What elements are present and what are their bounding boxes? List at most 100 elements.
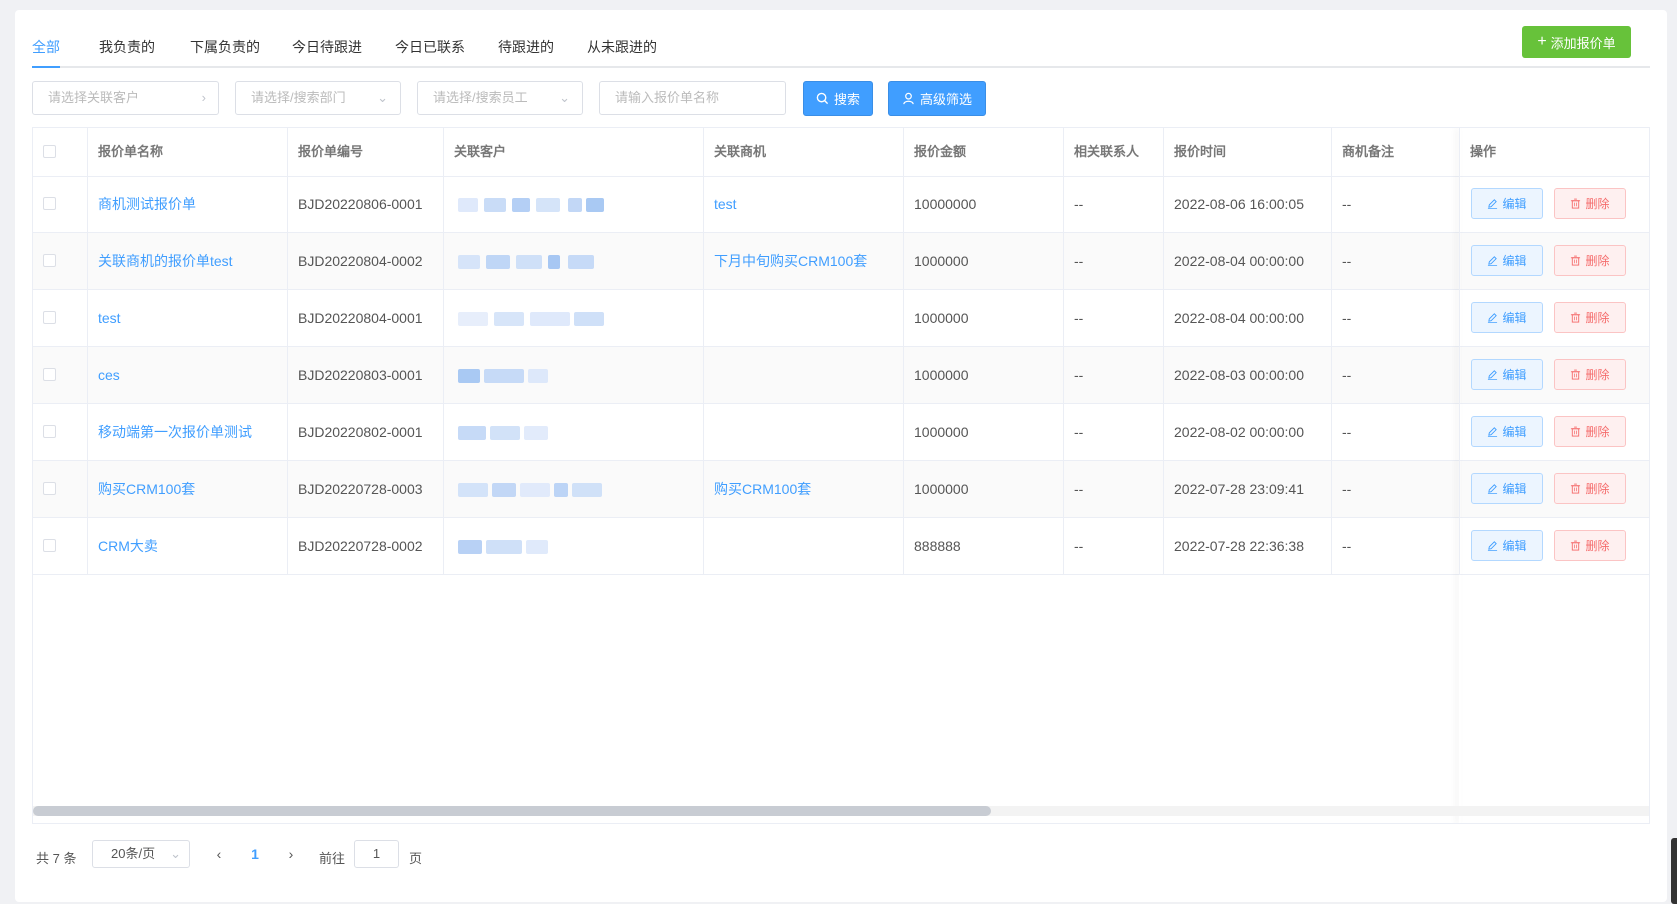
chevron-down-icon: ⌄: [377, 90, 388, 105]
tab-subordinates[interactable]: 下属负责的: [190, 36, 260, 66]
opportunity-cell[interactable]: 购买CRM100套: [703, 461, 903, 517]
column-header: 报价单编号: [287, 128, 443, 176]
page-number-current[interactable]: 1: [240, 840, 270, 868]
trash-icon: [1571, 483, 1581, 494]
edit-label: 编辑: [1502, 197, 1527, 211]
name-cell[interactable]: ces: [87, 347, 287, 403]
edit-button[interactable]: 编辑: [1471, 188, 1543, 219]
delete-label: 删除: [1585, 425, 1610, 439]
name-cell[interactable]: 移动端第一次报价单测试: [87, 404, 287, 460]
name-cell[interactable]: 关联商机的报价单test: [87, 233, 287, 289]
redacted-text: [512, 198, 530, 212]
quote-name-input[interactable]: 请输入报价单名称: [599, 81, 786, 115]
customer-cell: [443, 176, 703, 232]
delete-button[interactable]: 删除: [1554, 302, 1626, 333]
customer-cell: [443, 518, 703, 574]
row-checkbox[interactable]: [43, 482, 56, 495]
opportunity-cell[interactable]: 下月中旬购买CRM100套: [703, 233, 903, 289]
edit-button[interactable]: 编辑: [1471, 530, 1543, 561]
row-checkbox[interactable]: [43, 254, 56, 267]
customer-select[interactable]: 请选择关联客户 ›: [32, 81, 219, 115]
name-cell[interactable]: test: [87, 290, 287, 346]
trash-icon: [1571, 369, 1581, 380]
delete-button[interactable]: 删除: [1554, 245, 1626, 276]
opportunity-cell: [703, 404, 903, 460]
remark-cell: --: [1331, 347, 1459, 403]
tab-mine[interactable]: 我负责的: [99, 36, 155, 66]
page-size-select[interactable]: 20条/页 ⌄: [92, 840, 190, 868]
time-cell: 2022-07-28 22:36:38: [1163, 518, 1331, 574]
department-select[interactable]: 请选择/搜索部门 ⌄: [235, 81, 401, 115]
delete-button[interactable]: 删除: [1554, 188, 1626, 219]
redacted-text: [458, 540, 482, 554]
row-checkbox[interactable]: [43, 311, 56, 324]
opportunity-cell: [703, 347, 903, 403]
tab-today-pending[interactable]: 今日待跟进: [292, 36, 362, 66]
row-checkbox[interactable]: [43, 539, 56, 552]
edit-label: 编辑: [1502, 482, 1527, 496]
select-all-checkbox[interactable]: [43, 145, 56, 158]
redacted-text: [568, 255, 594, 269]
edit-icon: [1488, 313, 1498, 323]
row-checkbox[interactable]: [43, 425, 56, 438]
add-quote-button[interactable]: + 添加报价单: [1522, 26, 1631, 58]
code-cell: BJD20220806-0001: [287, 176, 443, 232]
delete-button[interactable]: 删除: [1554, 473, 1626, 504]
redacted-text: [458, 312, 488, 326]
customer-cell: [443, 347, 703, 403]
edit-button[interactable]: 编辑: [1471, 473, 1543, 504]
horizontal-scrollbar-thumb[interactable]: [33, 806, 991, 816]
tab-today-contacted[interactable]: 今日已联系: [395, 36, 465, 66]
redacted-text: [528, 369, 548, 383]
redacted-text: [516, 255, 542, 269]
chevron-right-icon: ›: [288, 846, 294, 862]
edit-label: 编辑: [1502, 425, 1527, 439]
edit-button[interactable]: 编辑: [1471, 245, 1543, 276]
search-button[interactable]: 搜索: [803, 81, 873, 116]
opportunity-cell[interactable]: test: [703, 176, 903, 232]
row-checkbox[interactable]: [43, 197, 56, 210]
redacted-text: [524, 426, 548, 440]
time-cell: 2022-08-03 00:00:00: [1163, 347, 1331, 403]
redacted-text: [484, 369, 524, 383]
redacted-text: [458, 255, 480, 269]
table-row: 商机测试报价单 BJD20220806-0001 test 10000000 -- 202…: [33, 176, 1649, 233]
trash-icon: [1571, 540, 1581, 551]
chevron-down-icon: ⌄: [559, 90, 570, 105]
column-header: 关联客户: [443, 128, 703, 176]
redacted-text: [554, 483, 568, 497]
delete-label: 删除: [1585, 368, 1610, 382]
staff-select-placeholder: 请选择/搜索员工: [433, 90, 528, 105]
remark-cell: --: [1331, 518, 1459, 574]
tab-pending-followup[interactable]: 待跟进的: [498, 36, 554, 66]
redacted-text: [458, 369, 480, 383]
edit-button[interactable]: 编辑: [1471, 359, 1543, 390]
amount-cell: 10000000: [903, 176, 1063, 232]
edit-button[interactable]: 编辑: [1471, 302, 1543, 333]
redacted-text: [486, 540, 522, 554]
delete-button[interactable]: 删除: [1554, 530, 1626, 561]
name-cell[interactable]: 购买CRM100套: [87, 461, 287, 517]
user-icon: [903, 92, 914, 105]
total-count: 共 7 条: [36, 851, 77, 866]
prev-page-button[interactable]: ‹: [204, 840, 234, 868]
staff-select[interactable]: 请选择/搜索员工 ⌄: [417, 81, 583, 115]
trash-icon: [1571, 198, 1581, 209]
next-page-button[interactable]: ›: [276, 840, 306, 868]
table-row: test BJD20220804-0001 1000000 -- 2022-08-04 …: [33, 290, 1649, 347]
redacted-text: [486, 255, 510, 269]
redacted-text: [574, 312, 604, 326]
advanced-filter-button[interactable]: 高级筛选: [888, 81, 986, 116]
trash-icon: [1571, 255, 1581, 266]
redacted-text: [484, 198, 506, 212]
delete-button[interactable]: 删除: [1554, 416, 1626, 447]
tab-all[interactable]: 全部: [32, 36, 60, 68]
row-checkbox[interactable]: [43, 368, 56, 381]
delete-button[interactable]: 删除: [1554, 359, 1626, 390]
name-cell[interactable]: CRM大卖: [87, 518, 287, 574]
redacted-text: [490, 426, 520, 440]
name-cell[interactable]: 商机测试报价单: [87, 176, 287, 232]
tab-never-followed[interactable]: 从未跟进的: [587, 36, 657, 66]
edit-button[interactable]: 编辑: [1471, 416, 1543, 447]
goto-page-input[interactable]: 1: [354, 840, 399, 868]
